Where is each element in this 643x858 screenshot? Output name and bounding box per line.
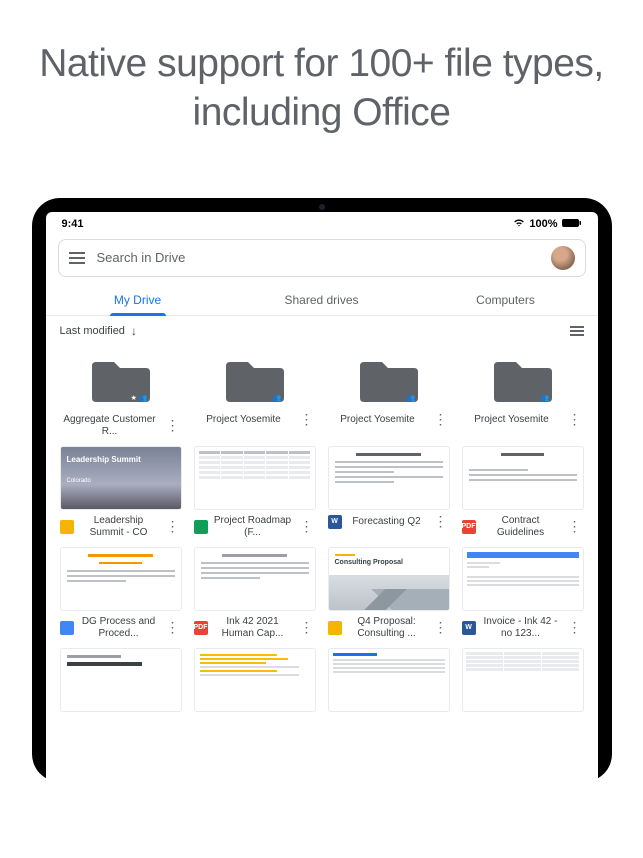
sort-button[interactable]: Last modified ↓ [60, 324, 137, 338]
file-item[interactable]: Leadership SummitColorado Leadership Sum… [60, 446, 182, 539]
status-time: 9:41 [62, 218, 84, 230]
pdf-icon: PDF [462, 520, 476, 534]
slides-icon [60, 520, 74, 534]
more-icon[interactable]: ⋮ [164, 524, 182, 530]
more-icon[interactable]: ⋮ [164, 423, 182, 429]
file-name: Contract Guidelines [480, 515, 562, 539]
menu-icon[interactable] [69, 252, 85, 264]
more-icon[interactable]: ⋮ [298, 524, 316, 530]
search-input[interactable]: Search in Drive [97, 250, 539, 265]
sort-label: Last modified [60, 325, 125, 337]
file-thumbnail [328, 648, 450, 712]
file-item[interactable]: W Forecasting Q2 ⋮ [328, 446, 450, 539]
more-icon[interactable]: ⋮ [566, 417, 584, 423]
sheets-icon [194, 520, 208, 534]
tablet-frame: 9:41 100% Search in Drive My Drive Share… [32, 198, 612, 782]
folder-name: Project Yosemite [462, 414, 562, 426]
file-thumbnail [60, 547, 182, 611]
file-item[interactable] [462, 648, 584, 712]
file-thumbnail [194, 446, 316, 510]
file-item[interactable] [328, 648, 450, 712]
word-icon: W [328, 515, 342, 529]
file-item[interactable]: DG Process and Proced... ⋮ [60, 547, 182, 640]
folder-item[interactable]: ★ 👥 Aggregate Customer R... ⋮ [60, 350, 182, 438]
more-icon[interactable]: ⋮ [164, 625, 182, 631]
folder-item[interactable]: 👥 Project Yosemite ⋮ [194, 350, 316, 438]
arrow-down-icon: ↓ [131, 324, 137, 338]
battery-text: 100% [529, 218, 557, 230]
file-thumbnail [60, 648, 182, 712]
list-view-toggle[interactable] [570, 326, 584, 336]
file-item[interactable]: W Invoice - Ink 42 - no 123... ⋮ [462, 547, 584, 640]
more-icon[interactable]: ⋮ [566, 524, 584, 530]
more-icon[interactable]: ⋮ [566, 625, 584, 631]
file-thumbnail: Consulting Proposal [328, 547, 450, 611]
more-icon[interactable]: ⋮ [432, 625, 450, 631]
folder-item[interactable]: 👥 Project Yosemite ⋮ [328, 350, 450, 438]
file-item[interactable] [194, 648, 316, 712]
more-icon[interactable]: ⋮ [432, 417, 450, 423]
folder-item[interactable]: 👥 Project Yosemite ⋮ [462, 350, 584, 438]
status-bar: 9:41 100% [46, 212, 598, 233]
folder-badges: ★ 👥 [131, 394, 148, 402]
file-item[interactable]: PDF Contract Guidelines ⋮ [462, 446, 584, 539]
file-thumbnail [194, 547, 316, 611]
battery-icon [562, 218, 582, 231]
file-item[interactable]: Consulting Proposal Q4 Proposal: Consult… [328, 547, 450, 640]
tab-my-drive[interactable]: My Drive [46, 283, 230, 315]
file-thumbnail [462, 547, 584, 611]
file-thumbnail [328, 446, 450, 510]
file-name: Forecasting Q2 [346, 516, 428, 528]
folder-badges: 👥 [273, 394, 282, 402]
more-icon[interactable]: ⋮ [432, 519, 450, 525]
tabs: My Drive Shared drives Computers [46, 283, 598, 316]
wifi-icon [513, 218, 525, 230]
folder-name: Aggregate Customer R... [60, 414, 160, 438]
file-name: Project Roadmap (F... [212, 515, 294, 539]
tab-computers[interactable]: Computers [414, 283, 598, 315]
search-bar[interactable]: Search in Drive [58, 239, 586, 277]
pdf-icon: PDF [194, 621, 208, 635]
file-name: Ink 42 2021 Human Cap... [212, 616, 294, 640]
folder-badges: 👥 [407, 394, 416, 402]
word-icon: W [462, 621, 476, 635]
tab-shared-drives[interactable]: Shared drives [230, 283, 414, 315]
file-name: DG Process and Proced... [78, 616, 160, 640]
slides-icon [328, 621, 342, 635]
tablet-screen: 9:41 100% Search in Drive My Drive Share… [46, 212, 598, 782]
more-icon[interactable]: ⋮ [298, 625, 316, 631]
file-name: Leadership Summit - CO [78, 515, 160, 539]
file-item[interactable]: PDF Ink 42 2021 Human Cap... ⋮ [194, 547, 316, 640]
file-name: Q4 Proposal: Consulting ... [346, 616, 428, 640]
file-thumbnail [462, 648, 584, 712]
file-thumbnail [462, 446, 584, 510]
folder-name: Project Yosemite [194, 414, 294, 426]
avatar[interactable] [551, 246, 575, 270]
folder-name: Project Yosemite [328, 414, 428, 426]
marketing-headline: Native support for 100+ file types, incl… [0, 0, 643, 198]
file-item[interactable]: Project Roadmap (F... ⋮ [194, 446, 316, 539]
file-thumbnail [194, 648, 316, 712]
file-item[interactable] [60, 648, 182, 712]
docs-icon [60, 621, 74, 635]
folder-badges: 👥 [541, 394, 550, 402]
file-thumbnail: Leadership SummitColorado [60, 446, 182, 510]
more-icon[interactable]: ⋮ [298, 417, 316, 423]
file-name: Invoice - Ink 42 - no 123... [480, 616, 562, 640]
